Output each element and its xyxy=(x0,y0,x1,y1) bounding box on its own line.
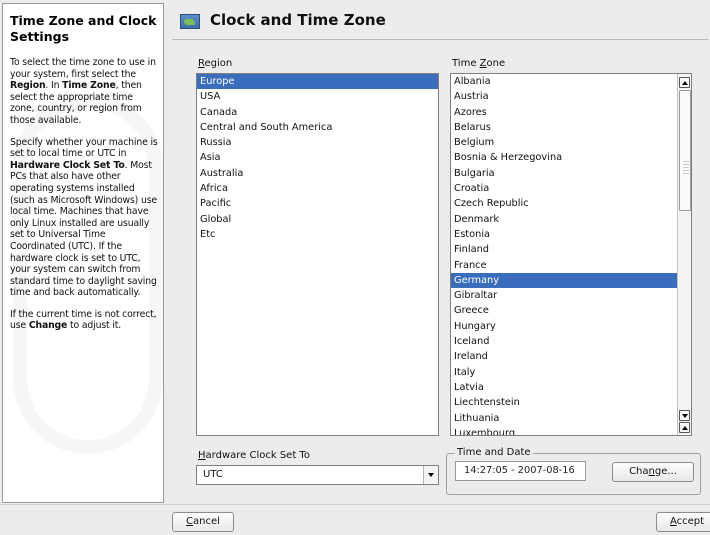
region-list-item[interactable]: Australia xyxy=(197,166,438,181)
help-paragraph: If the current time is not correct, use … xyxy=(10,309,159,332)
scroll-down-arrow-icon[interactable] xyxy=(679,410,690,421)
region-list[interactable]: Europe USA Canada Central and South America… xyxy=(196,73,439,436)
timezone-scrollbar[interactable] xyxy=(677,74,691,435)
help-text: To select the time zone to use in your s… xyxy=(10,57,156,80)
timezone-list-item[interactable]: Belarus xyxy=(451,120,691,135)
timezone-list-item[interactable]: Italy xyxy=(451,365,691,380)
region-list-item[interactable]: Russia xyxy=(197,135,438,150)
timezone-list-item[interactable]: Azores xyxy=(451,105,691,120)
timezone-list-item[interactable]: Iceland xyxy=(451,334,691,349)
page-title: Clock and Time Zone xyxy=(210,11,386,29)
timezone-items: Albania Austria Azores Belarus Belgium Bosnia… xyxy=(451,74,691,435)
header-divider xyxy=(172,39,708,40)
help-keyword: Hardware Clock Set To xyxy=(10,159,125,171)
hwclock-label: Hardware Clock Set To xyxy=(198,450,310,461)
timezone-list-item[interactable]: France xyxy=(451,258,691,273)
help-text: Specify whether your machine is set to l… xyxy=(10,136,158,160)
timezone-list-item[interactable]: Gibraltar xyxy=(451,288,691,303)
page-header: Clock and Time Zone xyxy=(172,8,708,38)
accept-button[interactable]: Accept xyxy=(656,512,710,532)
help-body: To select the time zone to use in your s… xyxy=(10,57,159,332)
timezone-list-item[interactable]: Czech Republic xyxy=(451,196,691,211)
help-panel: Time Zone and Clock Settings To select t… xyxy=(2,3,164,503)
current-time-field: 14:27:05 - 2007-08-16 xyxy=(455,461,586,481)
timezone-list[interactable]: Albania Austria Azores Belarus Belgium Bosnia… xyxy=(450,73,692,436)
hwclock-value: UTC xyxy=(203,469,223,480)
world-map-icon xyxy=(180,14,200,29)
timezone-list-item[interactable]: Hungary xyxy=(451,319,691,334)
help-keyword: Region xyxy=(10,80,46,92)
timezone-list-item[interactable]: Estonia xyxy=(451,227,691,242)
timezone-list-item[interactable]: Austria xyxy=(451,89,691,104)
hwclock-select[interactable]: UTC xyxy=(196,465,439,485)
help-text: . In xyxy=(45,80,63,92)
timezone-list-item[interactable]: Bulgaria xyxy=(451,166,691,181)
change-button[interactable]: Change... xyxy=(612,462,694,482)
scroll-up-arrow-icon-bottom[interactable] xyxy=(679,422,690,433)
time-date-group-title: Time and Date xyxy=(455,447,533,458)
region-label: Region xyxy=(198,58,233,69)
region-list-item[interactable]: Asia xyxy=(197,150,438,165)
chevron-down-icon[interactable] xyxy=(423,466,438,484)
timezone-list-item[interactable]: Finland xyxy=(451,242,691,257)
region-list-item[interactable]: Canada xyxy=(197,105,438,120)
cancel-button[interactable]: Cancel xyxy=(172,512,234,532)
scrollbar-grip xyxy=(683,161,689,175)
timezone-list-item[interactable]: Liechtenstein xyxy=(451,395,691,410)
timezone-list-item[interactable]: Denmark xyxy=(451,212,691,227)
timezone-list-item[interactable]: Croatia xyxy=(451,181,691,196)
timezone-list-item[interactable]: Belgium xyxy=(451,135,691,150)
region-list-item[interactable]: Central and South America xyxy=(197,120,438,135)
timezone-list-item[interactable]: Luxembourg xyxy=(451,426,691,435)
region-list-item[interactable]: Africa xyxy=(197,181,438,196)
region-list-item[interactable]: Etc xyxy=(197,227,438,242)
help-text: . Most PCs that also have other operatin… xyxy=(10,159,157,299)
scrollbar-thumb[interactable] xyxy=(679,90,691,211)
timezone-list-item[interactable]: Lithuania xyxy=(451,411,691,426)
region-list-item[interactable]: Global xyxy=(197,212,438,227)
help-keyword: Time Zone xyxy=(62,80,116,92)
scroll-up-arrow-icon[interactable] xyxy=(679,77,690,88)
help-title: Time Zone and Clock Settings xyxy=(10,13,157,44)
footer-divider xyxy=(0,504,710,505)
timezone-list-item[interactable]: Germany xyxy=(451,272,691,289)
region-list-item[interactable]: USA xyxy=(197,89,438,104)
help-paragraph: Specify whether your machine is set to l… xyxy=(10,137,159,299)
timezone-list-item[interactable]: Greece xyxy=(451,303,691,318)
region-list-item[interactable]: Europe xyxy=(197,74,438,90)
help-keyword: Change xyxy=(28,320,68,332)
timezone-label: Time Zone xyxy=(452,58,506,69)
timezone-list-item[interactable]: Latvia xyxy=(451,380,691,395)
timezone-list-item[interactable]: Ireland xyxy=(451,349,691,364)
region-list-item[interactable]: Pacific xyxy=(197,196,438,211)
help-text: to adjust it. xyxy=(67,320,122,332)
timezone-list-item[interactable]: Bosnia & Herzegovina xyxy=(451,150,691,165)
help-paragraph: To select the time zone to use in your s… xyxy=(10,57,159,127)
timezone-list-item[interactable]: Albania xyxy=(451,74,691,89)
